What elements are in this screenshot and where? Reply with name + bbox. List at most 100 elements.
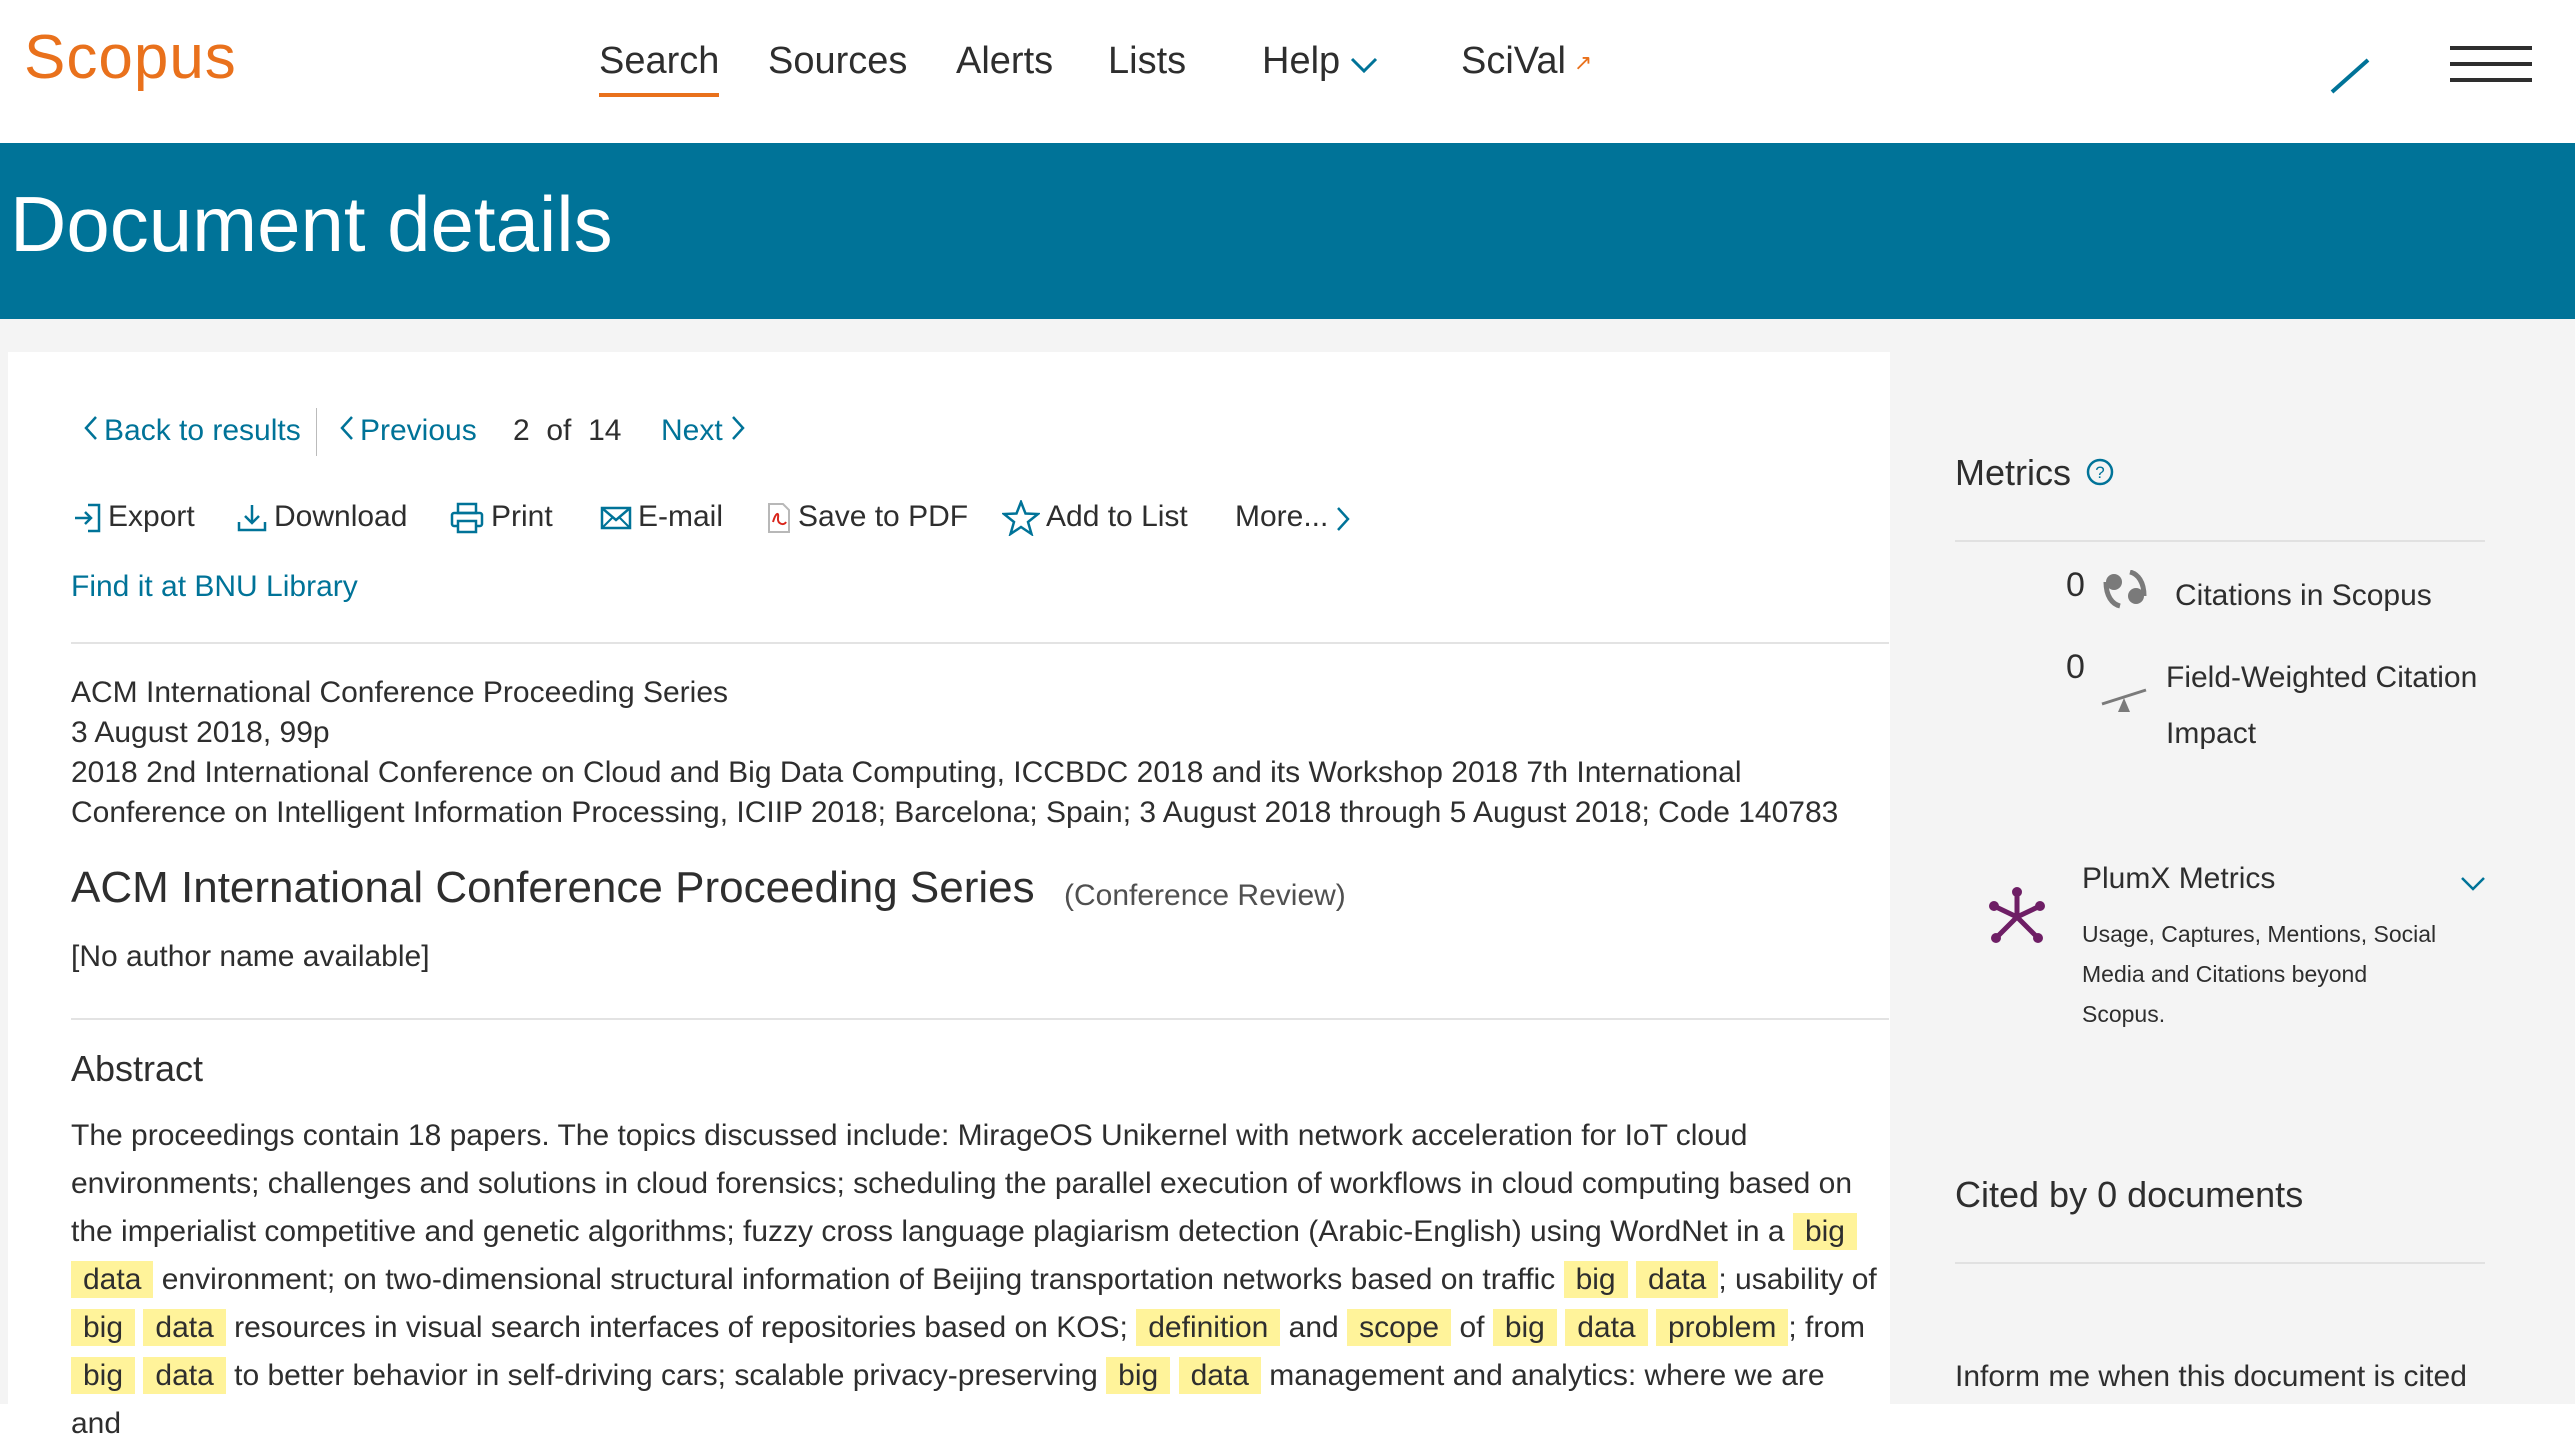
export-icon — [72, 500, 108, 533]
quote-icon — [2102, 569, 2150, 619]
abstract-text-segment: of — [1451, 1311, 1493, 1344]
metrics-title: Metrics — [1955, 452, 2071, 493]
download-label: Download — [274, 500, 408, 533]
result-position: 2 of 14 — [513, 414, 621, 448]
abstract-text-segment — [1170, 1359, 1178, 1392]
download-button[interactable]: Download — [236, 500, 407, 534]
source-date: 3 August 2018, 99p — [71, 716, 330, 749]
cited-by-title: Cited by 0 documents — [1955, 1174, 2304, 1215]
citations-label: Citations in Scopus — [2175, 579, 2432, 612]
divider — [1955, 540, 2485, 542]
highlighted-term: big — [1106, 1357, 1171, 1394]
abstract-text-segment: The proceedings contain 18 papers. The t… — [71, 1119, 1853, 1248]
download-icon — [236, 500, 274, 533]
chevron-right-icon — [1336, 501, 1356, 535]
highlighted-term: data — [1635, 1261, 1719, 1298]
help-icon[interactable]: ? — [2085, 454, 2115, 496]
result-position-current: 2 — [513, 414, 530, 447]
chevron-right-icon — [731, 415, 745, 449]
abstract-heading: Abstract — [71, 1048, 204, 1089]
conference-info-line-2: Conference on Intelligent Information Pr… — [71, 796, 1839, 829]
document-title: ACM International Conference Proceeding … — [71, 863, 1035, 912]
plumx-description: Usage, Captures, Mentions, Social Media … — [2082, 921, 2437, 1027]
add-to-list-button[interactable]: Add to List — [1000, 498, 1188, 538]
divider — [71, 1018, 1889, 1020]
find-it-library-link[interactable]: Find it at BNU Library — [71, 570, 358, 604]
save-to-pdf-button[interactable]: Save to PDF — [766, 500, 968, 534]
abstract-text-segment: resources in visual search interfaces of… — [225, 1311, 1137, 1344]
plumx-metrics-title[interactable]: PlumX Metrics — [2082, 862, 2275, 896]
abstract-text-segment — [1648, 1311, 1656, 1344]
abstract-text-segment: ; from — [1788, 1311, 1866, 1344]
nav-lists[interactable]: Lists — [1108, 40, 1186, 83]
divider — [71, 642, 1889, 644]
divider — [1955, 1262, 2485, 1264]
pdf-icon — [766, 500, 798, 534]
nav-search[interactable]: Search — [599, 40, 720, 97]
highlighted-term: data — [71, 1261, 154, 1298]
highlighted-term: big — [71, 1357, 136, 1394]
nav-sources[interactable]: Sources — [768, 40, 907, 83]
highlighted-term: big — [71, 1309, 136, 1346]
highlighted-term: data — [1178, 1357, 1261, 1394]
abstract-text-segment: environment; on two-dimensional structur… — [153, 1263, 1564, 1296]
highlighted-term: definition — [1136, 1309, 1281, 1346]
fwci-value: 0 — [2066, 648, 2085, 686]
plumx-icon — [1986, 886, 2048, 953]
print-label: Print — [491, 500, 553, 533]
highlighted-term: big — [1563, 1261, 1628, 1298]
scale-icon — [2098, 686, 2150, 725]
abstract-text-segment: to better behavior in self-driving cars;… — [225, 1359, 1107, 1392]
next-link[interactable]: Next — [661, 414, 745, 449]
nav-help-label: Help — [1262, 40, 1341, 82]
next-label: Next — [661, 414, 723, 447]
chevron-down-icon — [1350, 41, 1378, 84]
citation-alert-text: Inform me when this document is cited — [1955, 1360, 2467, 1393]
highlighted-term: problem — [1655, 1309, 1789, 1346]
more-button[interactable]: More... — [1235, 500, 1356, 535]
previous-link[interactable]: Previous — [340, 414, 477, 449]
print-button[interactable]: Print — [449, 500, 553, 535]
page-header: Document details — [0, 143, 2575, 319]
fwci-label-line-2: Impact — [2166, 717, 2257, 750]
chevron-down-icon[interactable] — [2460, 876, 2486, 897]
email-button[interactable]: E-mail — [600, 500, 723, 534]
abstract-text: The proceedings contain 18 papers. The t… — [71, 1112, 1881, 1448]
highlighted-term: data — [143, 1309, 226, 1346]
svg-text:?: ? — [2095, 463, 2104, 482]
citations-count: 0 — [2066, 566, 2085, 604]
external-link-icon: ↗ — [1573, 49, 1593, 75]
email-label: E-mail — [638, 500, 724, 533]
export-button[interactable]: Export — [72, 500, 195, 534]
fwci-label-line-1: Field-Weighted Citation — [2166, 661, 2478, 694]
abstract-text-segment — [1557, 1311, 1565, 1344]
scopus-logo[interactable]: Scopus — [24, 22, 237, 93]
chevron-left-icon — [84, 415, 98, 449]
nav-scival-label: SciVal — [1461, 40, 1566, 82]
top-navigation: Scopus Search Sources Alerts Lists Help … — [0, 0, 2575, 143]
divider — [316, 408, 317, 456]
nav-alerts[interactable]: Alerts — [956, 40, 1053, 83]
star-icon — [1000, 498, 1046, 538]
nav-scival[interactable]: SciVal ↗ — [1461, 40, 1592, 83]
abstract-text-segment: ; usability of — [1718, 1263, 1877, 1296]
fwci-label: Field-Weighted Citation Impact — [2166, 650, 2477, 762]
export-label: Export — [108, 500, 195, 533]
printer-icon — [449, 500, 491, 534]
hamburger-menu-icon[interactable] — [2450, 46, 2532, 94]
metrics-heading: Metrics? — [1955, 452, 2115, 496]
previous-label: Previous — [360, 414, 477, 447]
conference-info-line-1: 2018 2nd International Conference on Clo… — [71, 756, 1742, 789]
add-to-list-label: Add to List — [1046, 500, 1188, 533]
envelope-icon — [600, 500, 638, 533]
authors: [No author name available] — [71, 940, 430, 973]
highlighted-term: data — [1565, 1309, 1648, 1346]
highlighted-term: data — [143, 1357, 226, 1394]
source-series: ACM International Conference Proceeding … — [71, 676, 729, 709]
back-to-results-label: Back to results — [104, 414, 301, 447]
more-label: More... — [1235, 500, 1329, 533]
highlighted-term: big — [1792, 1213, 1857, 1250]
edit-icon[interactable] — [2328, 56, 2372, 101]
back-to-results-link[interactable]: Back to results — [84, 414, 301, 449]
nav-help[interactable]: Help — [1262, 40, 1378, 84]
